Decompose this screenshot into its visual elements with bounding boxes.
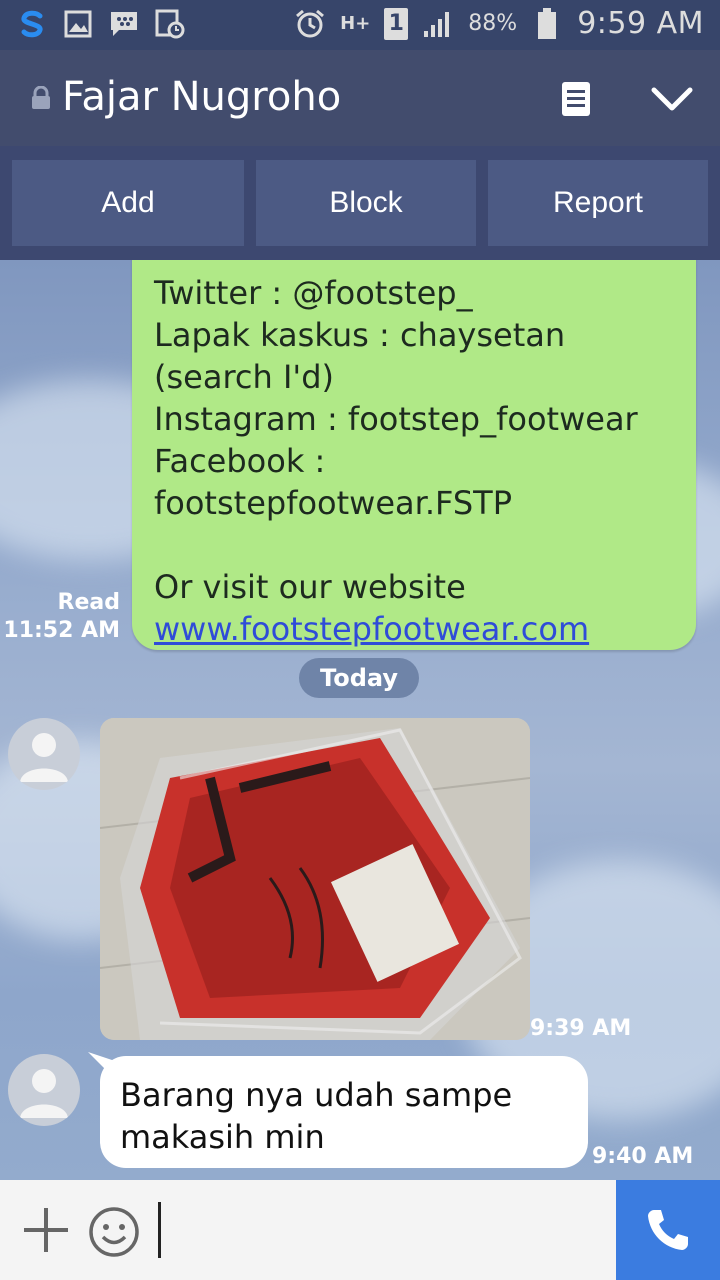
message-line: Twitter : @footstep_ [154, 274, 473, 312]
phone-icon [648, 1210, 688, 1250]
message-input[interactable] [158, 1202, 161, 1258]
message-line: Barang nya udah sampe [120, 1076, 513, 1114]
sent-message-bubble[interactable]: Twitter : @footstep_ Lapak kaskus : chay… [132, 260, 696, 650]
chat-header: Fajar Nugroho [0, 50, 720, 146]
sim-slot: 1 [388, 11, 404, 36]
status-bar: H+ 1 88% 9:59 AM [0, 0, 720, 50]
message-time: 9:39 AM [530, 1016, 632, 1041]
network-type: H+ [340, 13, 371, 34]
message-line [154, 524, 638, 566]
sent-message-text: Twitter : @footstep_ Lapak kaskus : chay… [154, 272, 638, 650]
clock: 9:59 AM [577, 6, 704, 41]
gallery-icon [62, 8, 94, 40]
message-line: Lapak kaskus : chaysetan [154, 316, 566, 354]
sent-time: 11:52 AM [3, 618, 120, 643]
calendar-icon [154, 8, 186, 40]
user-silhouette-icon [20, 733, 68, 782]
received-message-text: Barang nya udah sampe makasih min [120, 1074, 512, 1158]
message-line: Or visit our website [154, 568, 466, 606]
battery-icon [531, 7, 563, 40]
signal-icon [422, 8, 454, 40]
sim-icon: 1 [384, 7, 409, 40]
action-bar: Add Block Report [0, 146, 720, 260]
add-button[interactable]: Add [12, 160, 244, 246]
plus-icon[interactable] [22, 1206, 70, 1254]
message-line: Facebook : [154, 442, 326, 480]
alarm-icon [294, 8, 326, 40]
s-logo-icon [16, 8, 48, 40]
battery-percent: 88% [468, 11, 518, 36]
report-button[interactable]: Report [488, 160, 708, 246]
read-receipt: Read [57, 590, 120, 615]
message-line: makasih min [120, 1118, 325, 1156]
call-button[interactable] [616, 1180, 720, 1280]
lock-icon [30, 85, 52, 110]
block-button[interactable]: Block [256, 160, 476, 246]
bbm-icon [108, 8, 140, 40]
date-divider: Today [299, 658, 419, 698]
avatar[interactable] [8, 1054, 80, 1126]
message-time: 9:40 AM [592, 1144, 694, 1169]
package-photo [100, 718, 530, 1040]
chevron-down-icon[interactable] [650, 82, 694, 118]
input-bar [0, 1180, 720, 1280]
chat-area[interactable]: Twitter : @footstep_ Lapak kaskus : chay… [0, 260, 720, 1180]
received-message-bubble[interactable]: Barang nya udah sampe makasih min [100, 1056, 588, 1168]
message-line: (search I'd) [154, 358, 334, 396]
emoji-icon[interactable] [88, 1206, 140, 1258]
avatar[interactable] [8, 718, 80, 790]
contact-name[interactable]: Fajar Nugroho [62, 74, 341, 120]
received-image[interactable] [100, 718, 530, 1040]
message-line: Instagram : footstep_footwear [154, 400, 638, 438]
user-silhouette-icon [20, 1069, 68, 1118]
website-link[interactable]: www.footstepfootwear.com [154, 608, 638, 650]
note-icon[interactable] [556, 80, 596, 120]
message-line: footstepfootwear.FSTP [154, 484, 513, 522]
